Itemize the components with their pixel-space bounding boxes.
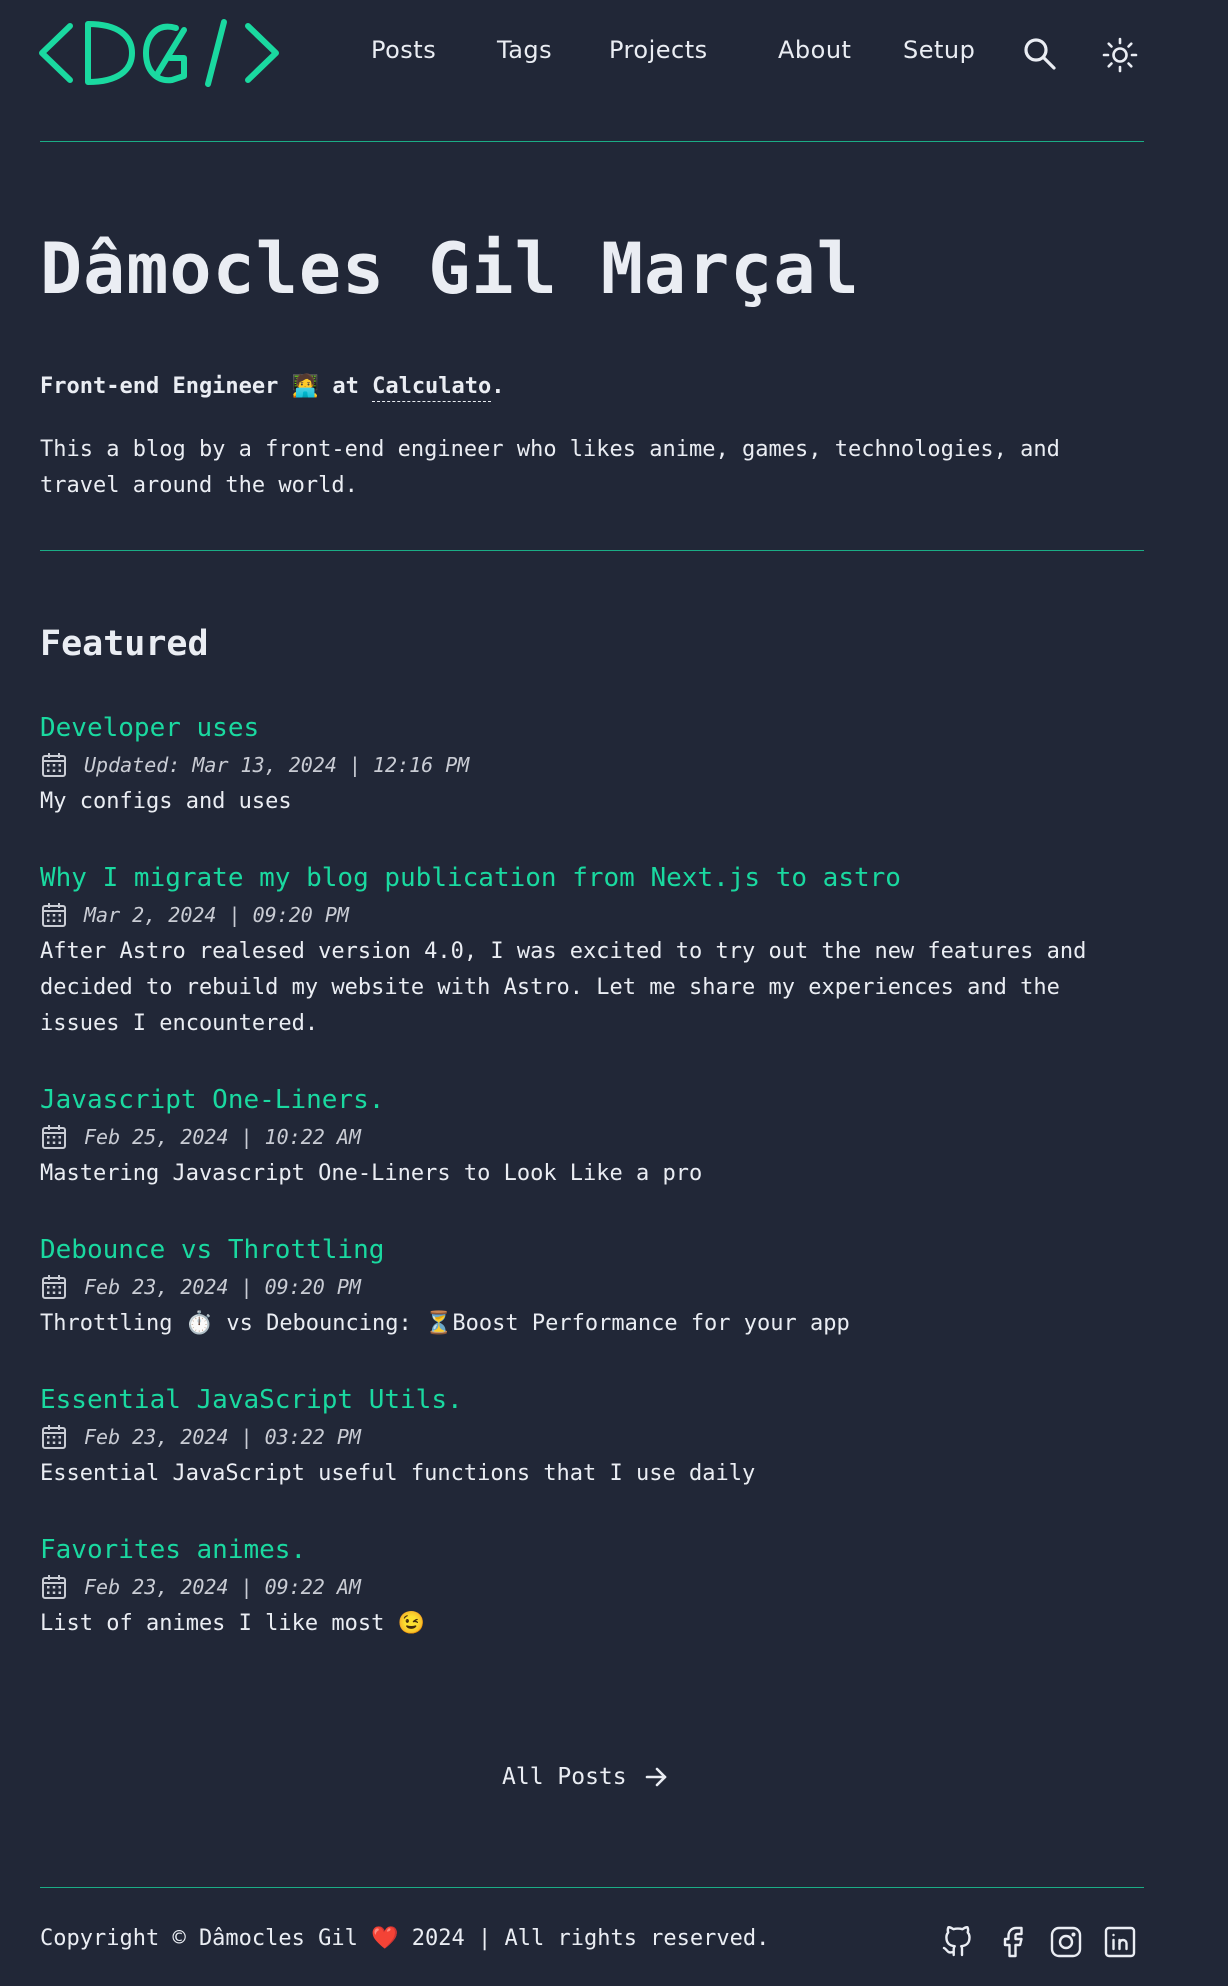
featured-post: Why I migrate my blog publication from N… [40,860,1144,1042]
role-suffix: . [491,374,505,399]
calendar-icon [42,1425,66,1449]
calendar-icon [42,1575,66,1599]
calendar-icon [42,1125,66,1149]
page: Posts Tags Projects About Setup Dâmocles… [0,0,1228,1986]
sun-icon[interactable] [1102,37,1138,73]
post-date: Feb 23, 2024 | 03:22 PM [40,1422,1144,1452]
post-date: Feb 23, 2024 | 09:20 PM [40,1272,1144,1302]
post-description: Essential JavaScript useful functions th… [40,1461,756,1486]
post-description: List of animes I like most 😉 [40,1611,426,1636]
post-date-text: Mar 2, 2024 | 09:20 PM [84,903,349,927]
company-link[interactable]: Calculato [372,374,491,399]
post-date: Updated: Mar 13, 2024 | 12:16 PM [40,750,1144,780]
post-title-link[interactable]: Javascript One-Liners. [40,1082,384,1118]
hero-role: Front-end Engineer 🧑‍💻 at Calculato. [40,374,505,399]
featured-post: Debounce vs Throttling Feb 23, 2024 | 09… [40,1232,1144,1342]
github-icon[interactable] [940,1924,976,1960]
calendar-icon [42,903,66,927]
hero-divider [40,550,1144,551]
post-title-link[interactable]: Debounce vs Throttling [40,1232,384,1268]
page-title: Dâmocles Gil Marçal [40,228,860,310]
footer-divider [40,1887,1144,1888]
site-logo[interactable] [38,18,284,88]
calendar-icon [42,753,66,777]
post-description: Throttling ⏱️ vs Debouncing: ⏳Boost Perf… [40,1311,850,1336]
post-description: My configs and uses [40,789,292,814]
arrow-right-icon [645,1767,666,1787]
post-date-text: Feb 25, 2024 | 10:22 AM [84,1125,361,1149]
post-date-text: Feb 23, 2024 | 03:22 PM [84,1425,361,1449]
post-date: Feb 23, 2024 | 09:22 AM [40,1572,1144,1602]
featured-post: Favorites animes. Feb 23, 2024 | 09:22 A… [40,1532,1144,1642]
post-date: Feb 25, 2024 | 10:22 AM [40,1122,1144,1152]
nav-projects[interactable]: Projects [609,36,708,64]
post-title-link[interactable]: Why I migrate my blog publication from N… [40,860,901,896]
post-description: After Astro realesed version 4.0, I was … [40,939,1087,1036]
all-posts-link[interactable]: All Posts [502,1764,669,1790]
post-date: Mar 2, 2024 | 09:20 PM [40,900,1144,930]
post-title-link[interactable]: Favorites animes. [40,1532,306,1568]
calendar-icon [42,1275,66,1299]
all-posts-label: All Posts [502,1764,627,1790]
post-date-text: Updated: Mar 13, 2024 | 12:16 PM [84,753,470,777]
featured-post: Essential JavaScript Utils. Feb 23, 2024… [40,1382,1144,1492]
featured-heading: Featured [40,624,209,664]
nav-about[interactable]: About [778,36,851,64]
header-divider [40,141,1144,142]
copyright-text: Copyright © Dâmocles Gil ❤️ 2024 | All r… [40,1926,770,1951]
post-title-link[interactable]: Essential JavaScript Utils. [40,1382,463,1418]
role-text: Front-end Engineer [40,374,279,399]
technologist-emoji: 🧑‍💻 [291,374,320,399]
nav-posts[interactable]: Posts [371,36,436,64]
linkedin-icon[interactable] [1102,1924,1138,1960]
post-title-link[interactable]: Developer uses [40,710,259,746]
featured-post: Javascript One-Liners. Feb 25, 2024 | 10… [40,1082,1144,1192]
post-description: Mastering Javascript One-Liners to Look … [40,1161,703,1186]
post-date-text: Feb 23, 2024 | 09:22 AM [84,1575,361,1599]
post-date-text: Feb 23, 2024 | 09:20 PM [84,1275,361,1299]
facebook-icon[interactable] [994,1924,1030,1960]
nav-setup[interactable]: Setup [903,36,975,64]
instagram-icon[interactable] [1048,1924,1084,1960]
featured-post: Developer uses Updated: Mar 13, 2024 | 1… [40,710,1144,820]
search-icon[interactable] [1022,36,1058,72]
role-at: at [332,374,359,399]
intro-text: This a blog by a front-end engineer who … [40,437,1060,498]
nav-tags[interactable]: Tags [497,36,552,64]
